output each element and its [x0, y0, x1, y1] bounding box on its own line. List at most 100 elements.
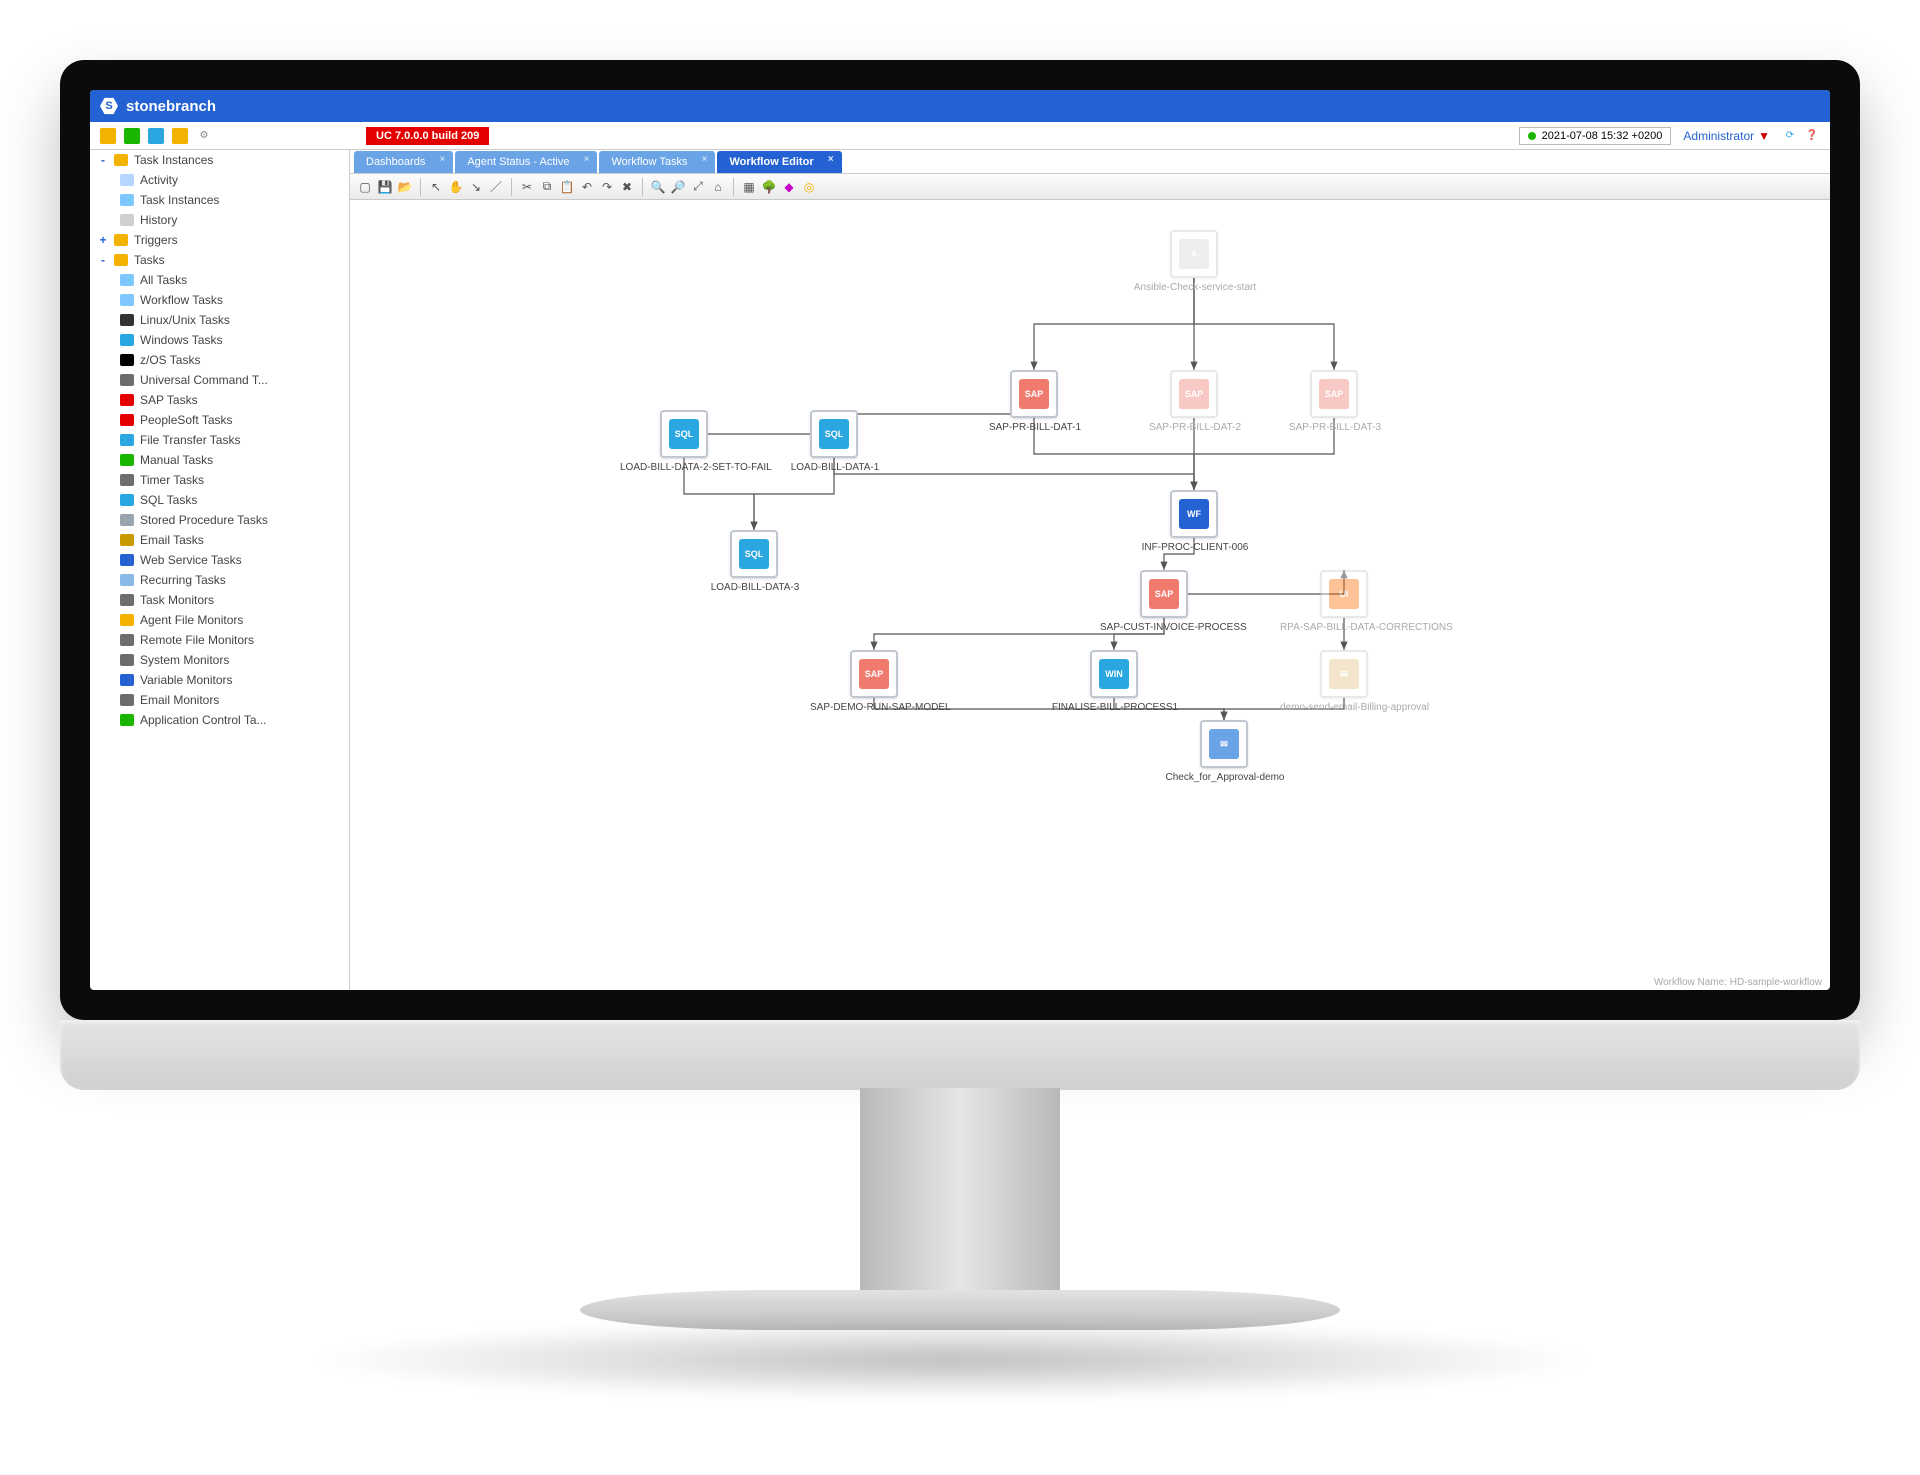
tree-item-label: Task Instances	[140, 193, 219, 207]
tree-leaf[interactable]: Task Instances	[90, 190, 349, 210]
save-icon[interactable]: 💾	[376, 178, 394, 196]
copy-icon[interactable]: ⧉	[538, 178, 556, 196]
globe-icon[interactable]	[124, 128, 140, 144]
tab-label: Dashboards	[366, 156, 425, 168]
tree-leaf[interactable]: SQL Tasks	[90, 490, 349, 510]
undo-icon[interactable]: ↶	[578, 178, 596, 196]
tree-item-label: SAP Tasks	[140, 393, 198, 407]
tree-leaf[interactable]: Remote File Monitors	[90, 630, 349, 650]
workflow-edge[interactable]	[1164, 570, 1344, 618]
zoom-out-icon[interactable]: 🔎	[669, 178, 687, 196]
tab[interactable]: Dashboards ×	[354, 151, 453, 173]
tree-branch[interactable]: -Tasks	[90, 250, 349, 270]
tree-leaf[interactable]: File Transfer Tasks	[90, 430, 349, 450]
tree-branch[interactable]: +Triggers	[90, 230, 349, 250]
workflow-node[interactable]: SAP	[1170, 370, 1218, 418]
tree-item-label: Workflow Tasks	[140, 293, 223, 307]
redo-icon[interactable]: ↷	[598, 178, 616, 196]
paste-icon[interactable]: 📋	[558, 178, 576, 196]
workflow-node[interactable]: A	[1170, 230, 1218, 278]
zoom-in-icon[interactable]: 🔍	[649, 178, 667, 196]
workflow-node[interactable]: ✉	[1200, 720, 1248, 768]
tree-item-label: All Tasks	[140, 273, 187, 287]
workflow-node[interactable]: SAP	[1140, 570, 1188, 618]
new-icon[interactable]: ▢	[356, 178, 374, 196]
tab[interactable]: Workflow Tasks×	[599, 151, 715, 173]
tab-close-icon[interactable]: ×	[584, 154, 590, 165]
help-icon[interactable]: ❓	[1804, 128, 1820, 144]
node-type-icon: ✉	[1329, 659, 1359, 689]
expander-icon[interactable]: -	[98, 155, 108, 165]
tree-leaf[interactable]: Universal Command T...	[90, 370, 349, 390]
node-label: SAP-PR-BILL-DAT-2	[1130, 422, 1260, 433]
cut-icon[interactable]: ✂	[518, 178, 536, 196]
tree-leaf[interactable]: All Tasks	[90, 270, 349, 290]
workflow-node[interactable]: SQL	[730, 530, 778, 578]
database-icon[interactable]	[148, 128, 164, 144]
expander-icon[interactable]: +	[98, 235, 108, 245]
workflow-node[interactable]: SQL	[810, 410, 858, 458]
tree-leaf[interactable]: Windows Tasks	[90, 330, 349, 350]
open-icon[interactable]: 📂	[396, 178, 414, 196]
tree-leaf[interactable]: Manual Tasks	[90, 450, 349, 470]
tree-leaf[interactable]: PeopleSoft Tasks	[90, 410, 349, 430]
pointer-icon[interactable]: ↖	[427, 178, 445, 196]
workflow-node[interactable]: WF	[1170, 490, 1218, 538]
tree-branch[interactable]: -Task Instances	[90, 150, 349, 170]
workflow-node[interactable]: Ui	[1320, 570, 1368, 618]
tab-close-icon[interactable]: ×	[828, 154, 834, 165]
workflow-node[interactable]: SAP	[1310, 370, 1358, 418]
workflow-node[interactable]: SQL	[660, 410, 708, 458]
zoom-fit-icon[interactable]: ⤢	[689, 178, 707, 196]
tree-leaf[interactable]: Workflow Tasks	[90, 290, 349, 310]
tab[interactable]: Agent Status - Active×	[455, 151, 597, 173]
tree-icon[interactable]: 🌳	[760, 178, 778, 196]
expander-icon[interactable]: -	[98, 255, 108, 265]
workflow-node[interactable]: WIN	[1090, 650, 1138, 698]
tree-leaf[interactable]: Timer Tasks	[90, 470, 349, 490]
tree-leaf[interactable]: Email Monitors	[90, 690, 349, 710]
tree-leaf[interactable]: z/OS Tasks	[90, 350, 349, 370]
tree-leaf[interactable]: Application Control Ta...	[90, 710, 349, 730]
workflow-node[interactable]: SAP	[1010, 370, 1058, 418]
tree-leaf[interactable]: Recurring Tasks	[90, 570, 349, 590]
workflow-edge[interactable]	[834, 410, 1034, 418]
tree-leaf[interactable]: Email Tasks	[90, 530, 349, 550]
tree-leaf[interactable]: SAP Tasks	[90, 390, 349, 410]
validate-icon[interactable]: ◆	[780, 178, 798, 196]
layout-icon[interactable]: ▦	[740, 178, 758, 196]
tree-leaf[interactable]: Linux/Unix Tasks	[90, 310, 349, 330]
pan-icon[interactable]: ✋	[447, 178, 465, 196]
tab-strip: Dashboards×Agent Status - Active×Workflo…	[350, 150, 1830, 174]
zoom-reset-icon[interactable]: ⌂	[709, 178, 727, 196]
line-icon[interactable]: ／	[487, 178, 505, 196]
user-menu[interactable]: Administrator▼	[1683, 129, 1770, 143]
tree-leaf[interactable]: Variable Monitors	[90, 670, 349, 690]
task-type-icon	[120, 694, 134, 706]
tab[interactable]: Workflow Editor×	[717, 151, 841, 173]
tree-leaf[interactable]: Activity	[90, 170, 349, 190]
tab-close-icon[interactable]: ×	[439, 154, 445, 165]
tree-leaf[interactable]: Web Service Tasks	[90, 550, 349, 570]
tree-leaf[interactable]: Stored Procedure Tasks	[90, 510, 349, 530]
run-icon[interactable]: ◎	[800, 178, 818, 196]
delete-icon[interactable]: ✖	[618, 178, 636, 196]
schedule-icon[interactable]	[172, 128, 188, 144]
node-label: LOAD-BILL-DATA-1	[770, 462, 900, 473]
task-type-icon	[120, 454, 134, 466]
tree-leaf[interactable]: History	[90, 210, 349, 230]
status-dot-icon	[1528, 132, 1536, 140]
workflow-node[interactable]: ✉	[1320, 650, 1368, 698]
node-label: Ansible-Check-service-start	[1130, 282, 1260, 293]
tab-close-icon[interactable]: ×	[702, 154, 708, 165]
tree-leaf[interactable]: Agent File Monitors	[90, 610, 349, 630]
refresh-icon[interactable]: ⟳	[1782, 128, 1798, 144]
connect-icon[interactable]: ↘	[467, 178, 485, 196]
workflow-canvas[interactable]: Workflow Name: HD-sample-workflow AAnsib…	[350, 200, 1830, 990]
tree-leaf[interactable]: Task Monitors	[90, 590, 349, 610]
workflow-node[interactable]: SAP	[850, 650, 898, 698]
navigation-tree[interactable]: -Task InstancesActivity Task Instances His…	[90, 150, 350, 990]
tree-leaf[interactable]: System Monitors	[90, 650, 349, 670]
dashboard-icon[interactable]	[100, 128, 116, 144]
settings-icon[interactable]: ⚙	[196, 128, 212, 144]
